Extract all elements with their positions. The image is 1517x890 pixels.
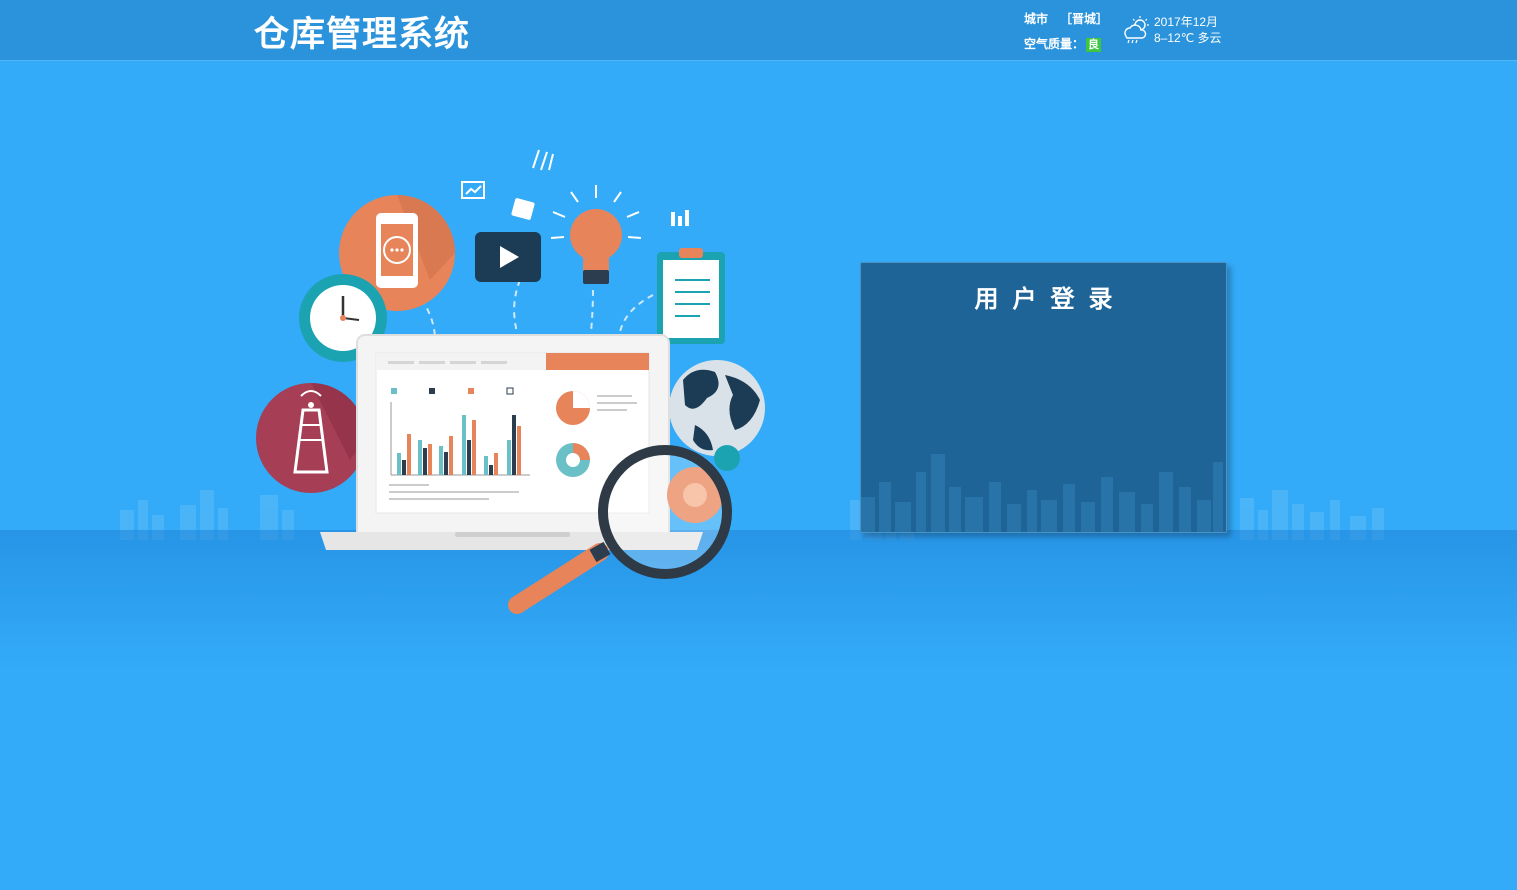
weather-date: 2017年12月 — [1154, 15, 1219, 29]
city-name[interactable]: ［晋城］ — [1060, 12, 1108, 26]
pens-icon — [532, 149, 554, 171]
login-title: 用户登录 — [974, 285, 1127, 313]
city-label: 城市 — [1024, 12, 1049, 26]
weather-info: 2017年12月 8–12℃ 多云 — [1154, 14, 1222, 46]
login-skyline-decoration — [861, 454, 1223, 532]
air-quality-badge: 良 — [1086, 38, 1102, 52]
top-bar: 仓库管理系统 城市 ［晋城］ 空气质量：良 2017年12月 8–12℃ 多云 — [0, 0, 1517, 60]
app-title: 仓库管理系统 — [254, 15, 471, 55]
globe-icon — [669, 360, 765, 456]
signal-tower-icon — [256, 383, 366, 493]
lightbulb-icon — [550, 185, 642, 284]
weather-detail: 8–12℃ 多云 — [1154, 31, 1222, 45]
clipboard-checklist-icon — [657, 248, 725, 344]
monitor-chart-icon — [461, 181, 485, 199]
bar-stats-icon — [671, 210, 689, 226]
login-panel: 用户登录 — [860, 262, 1227, 533]
data-analytics-illustration — [256, 149, 765, 614]
cloud-sun-rain-icon — [1124, 16, 1149, 44]
city-info: 城市 ［晋城］ 空气质量：良 — [1024, 10, 1108, 54]
video-play-icon — [475, 232, 541, 282]
air-quality-label: 空气质量： — [1024, 37, 1085, 51]
notepad-icon — [511, 198, 535, 220]
